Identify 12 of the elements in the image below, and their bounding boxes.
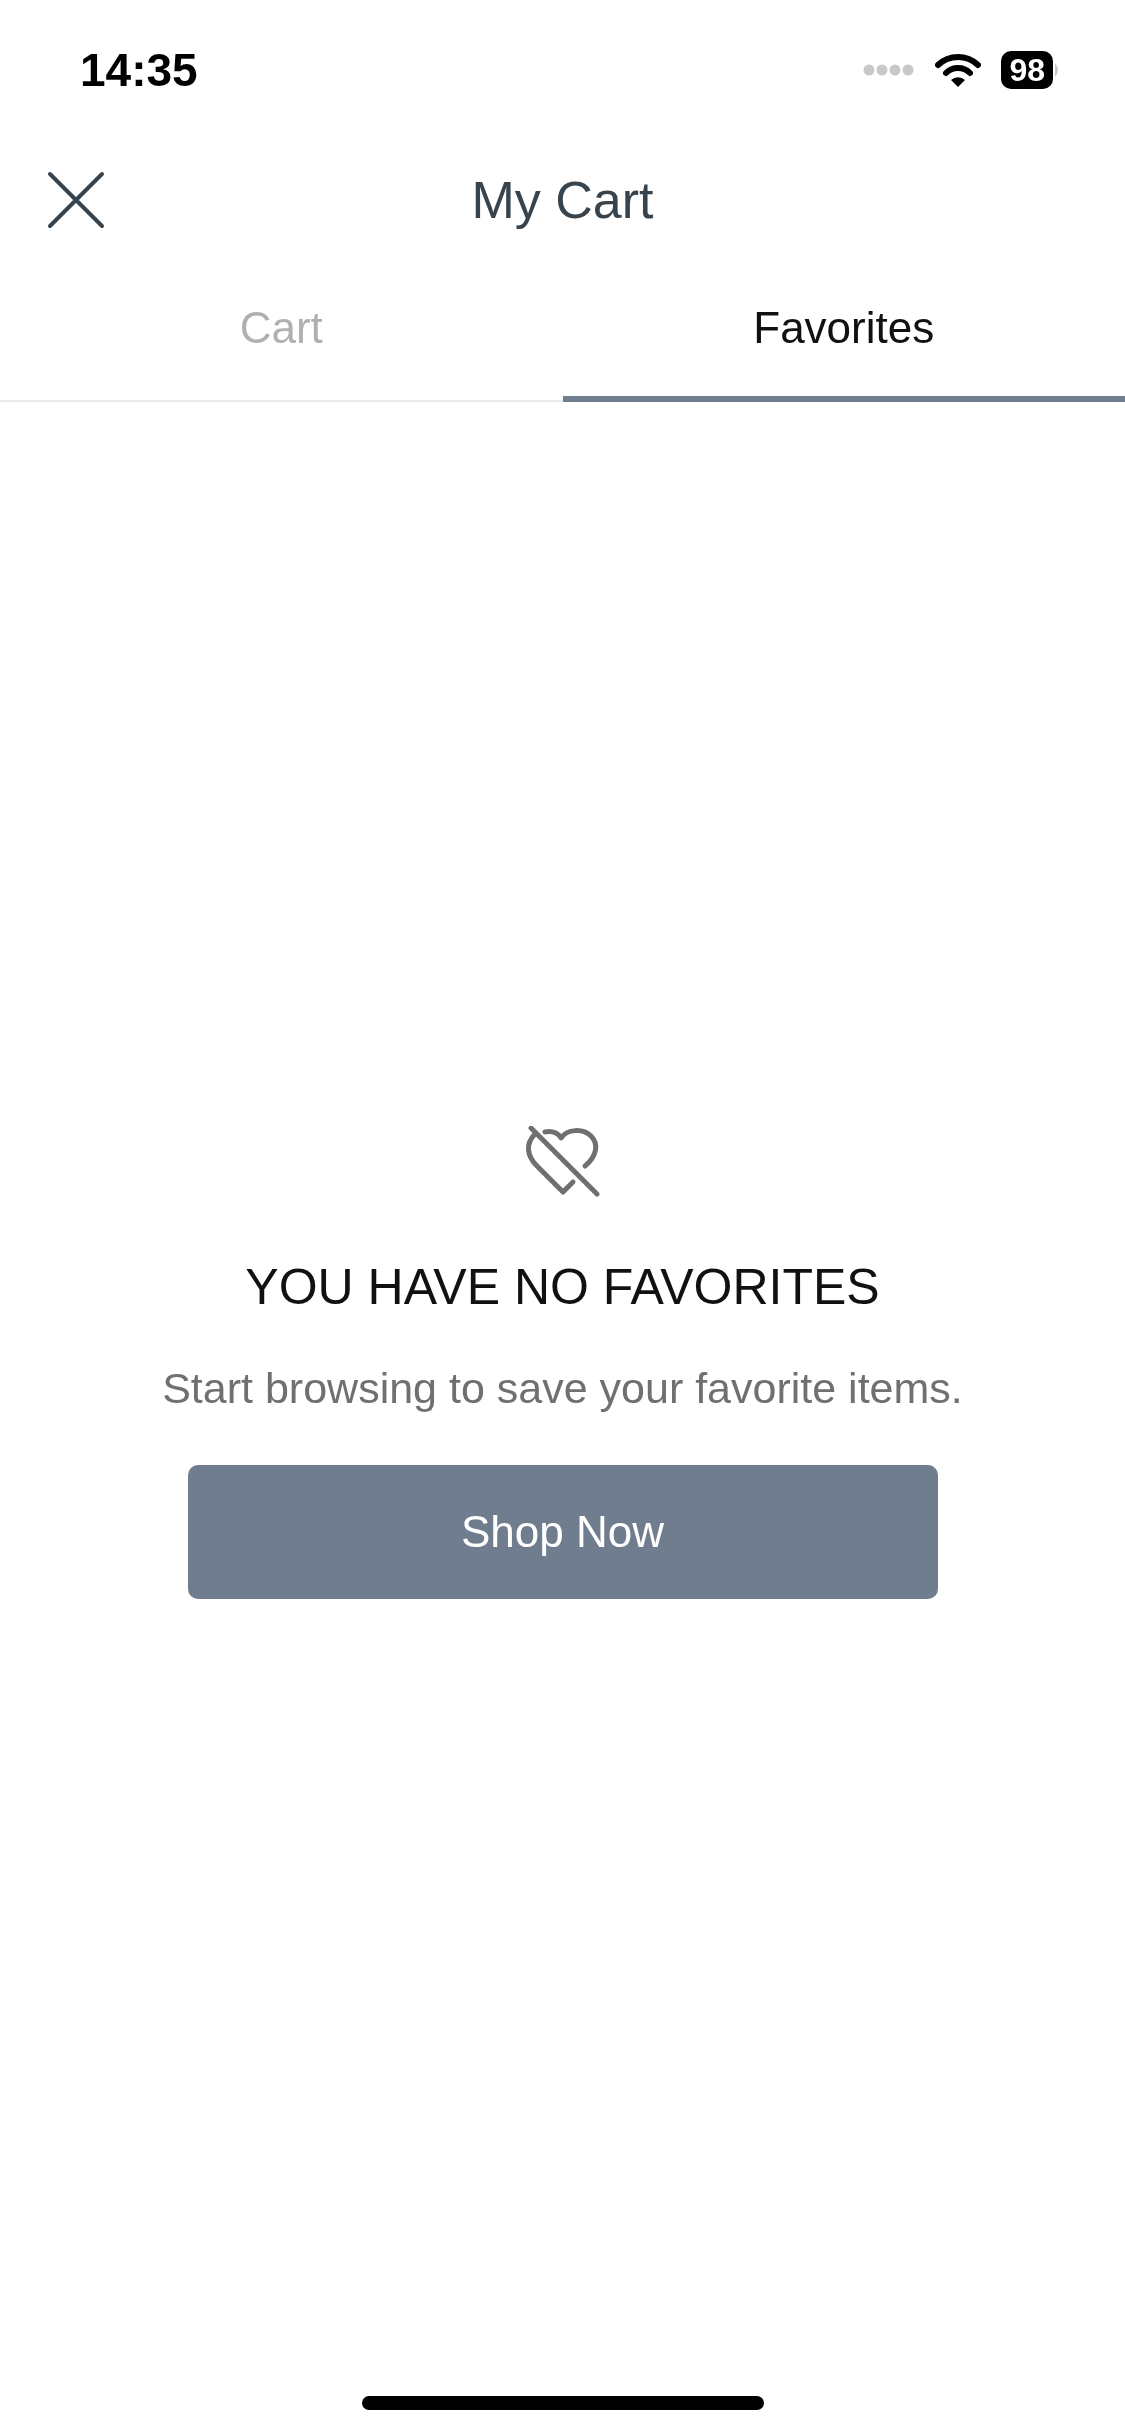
status-time: 14:35 [80,43,198,97]
signal-icon [863,63,916,77]
tab[interactable]: Favorites [562,260,1125,402]
battery-level: 98 [1001,51,1053,89]
battery-cap-icon [1055,63,1061,77]
shop-now-button[interactable]: Shop Now [187,1465,938,1599]
wifi-icon [935,53,982,87]
empty-message: Start browsing to save your favorite items. [162,1364,963,1413]
tab[interactable]: Cart [0,260,563,402]
empty-heading: YOU HAVE NO FAVORITES [245,1258,880,1316]
close-button[interactable] [46,170,106,230]
page-title: My Cart [471,170,654,230]
